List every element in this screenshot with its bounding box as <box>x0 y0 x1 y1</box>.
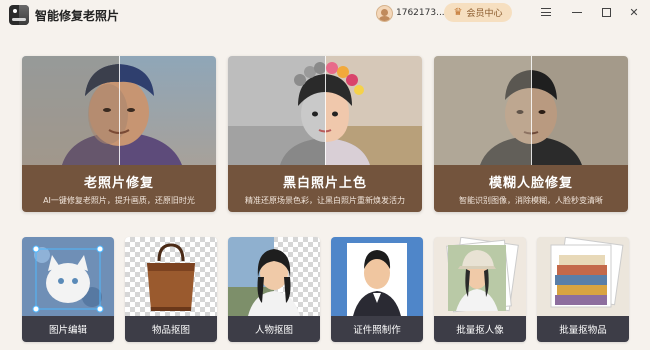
tool-label: 人物抠图 <box>228 316 320 342</box>
tool-label: 物品抠图 <box>125 316 217 342</box>
feature-card-face-restore[interactable]: 模糊人脸修复 智能识别图像，消除模糊，人脸秒变清晰 <box>434 56 628 212</box>
user-id[interactable]: 1762173... <box>396 8 445 18</box>
tool-card-image-edit[interactable]: 图片编辑 <box>22 237 114 342</box>
close-icon[interactable]: ✕ <box>627 5 641 19</box>
app-logo-icon <box>9 5 29 25</box>
feature-card-colorize[interactable]: 黑白照片上色 精准还原场景色彩，让黑白照片重新焕发活力 <box>228 56 422 212</box>
feature-title: 黑白照片上色 <box>282 176 367 191</box>
crown-icon: ♛ <box>453 7 463 18</box>
vip-center-label: 会员中心 <box>466 9 503 19</box>
id-photo-preview-image <box>331 237 423 316</box>
feature-subtitle: AI一键修复老照片，提升画质，还原旧时光 <box>43 196 195 205</box>
tool-card-person-cutout[interactable]: 人物抠图 <box>228 237 320 342</box>
colorize-preview-image <box>228 56 422 165</box>
face-restore-preview-image <box>434 56 628 165</box>
feature-title: 老照片修复 <box>83 176 154 191</box>
tool-label: 图片编辑 <box>22 316 114 342</box>
feature-title: 模糊人脸修复 <box>488 176 573 191</box>
tool-label: 批量抠人像 <box>434 316 526 342</box>
minimize-icon[interactable] <box>570 5 584 19</box>
image-edit-preview-image <box>22 237 114 316</box>
user-avatar-icon[interactable] <box>376 4 393 22</box>
app-title: 智能修复老照片 <box>35 9 120 23</box>
feature-card-old-photo-restore[interactable]: 老照片修复 AI一键修复老照片，提升画质，还原旧时光 <box>22 56 216 212</box>
tool-card-batch-object-cutout[interactable]: 批量抠物品 <box>537 237 629 342</box>
menu-icon[interactable] <box>539 5 553 19</box>
title-bar: 智能修复老照片 1762173... ♛ 会员中心 ✕ <box>0 0 650 30</box>
batch-portrait-preview-image <box>434 237 526 316</box>
feature-subtitle: 精准还原场景色彩，让黑白照片重新焕发活力 <box>245 196 405 205</box>
tool-card-id-photo[interactable]: 证件照制作 <box>331 237 423 342</box>
old-photo-preview-image <box>22 56 216 165</box>
batch-object-preview-image <box>537 237 629 316</box>
tool-card-object-cutout[interactable]: 物品抠图 <box>125 237 217 342</box>
tool-label: 批量抠物品 <box>537 316 629 342</box>
feature-subtitle: 智能识别图像，消除模糊，人脸秒变清晰 <box>459 196 603 205</box>
object-cutout-preview-image <box>125 237 217 316</box>
vip-center-button[interactable]: ♛ 会员中心 <box>444 3 512 22</box>
person-cutout-preview-image <box>228 237 320 316</box>
maximize-icon[interactable] <box>599 5 613 19</box>
tool-card-batch-portrait-cutout[interactable]: 批量抠人像 <box>434 237 526 342</box>
tool-label: 证件照制作 <box>331 316 423 342</box>
user-account[interactable]: 1762173... <box>376 3 445 23</box>
